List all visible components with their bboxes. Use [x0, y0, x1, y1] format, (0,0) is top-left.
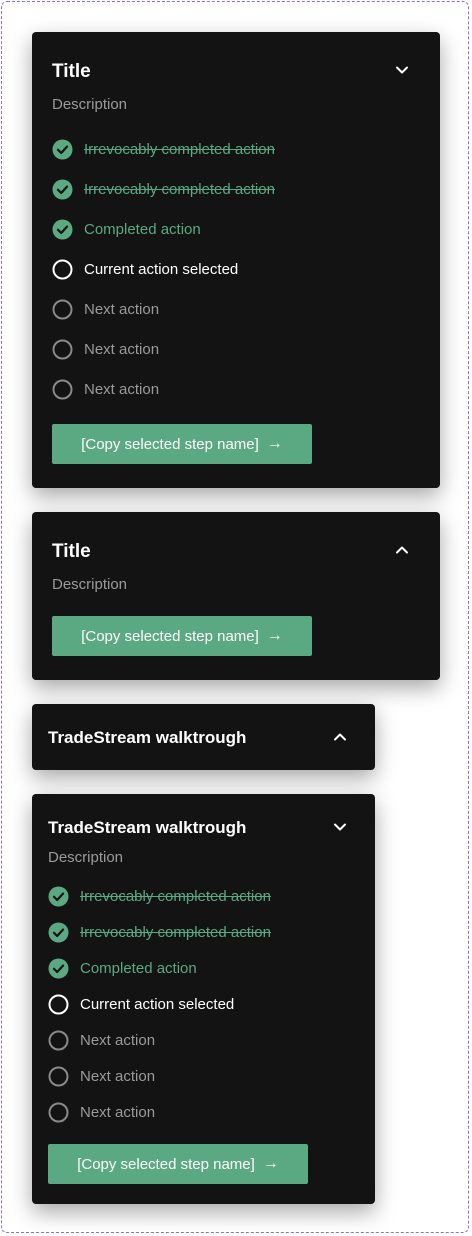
card-title: Title — [52, 61, 91, 82]
step-item-irrevocable[interactable]: Irrevocably completed action — [52, 169, 275, 209]
button-label: [Copy selected step name] — [81, 435, 259, 453]
step-label: Next action — [84, 380, 160, 398]
check-circle-icon — [48, 886, 69, 907]
circle-icon — [52, 259, 73, 280]
check-circle-icon — [52, 139, 73, 160]
circle-icon — [52, 379, 73, 400]
step-item-current[interactable]: Current action selected — [48, 986, 271, 1022]
circle-icon — [48, 1066, 69, 1087]
step-label: Irrevocably completed action — [84, 140, 275, 158]
step-item-completed[interactable]: Completed action — [52, 209, 275, 249]
step-label: Irrevocably completed action — [80, 923, 271, 941]
step-item-completed[interactable]: Completed action — [48, 950, 271, 986]
walkthrough-card-expanded: TradeStream walktrough Description Irrev… — [32, 794, 375, 1204]
copy-step-name-button[interactable]: [Copy selected step name] → — [52, 424, 312, 464]
step-item-irrevocable[interactable]: Irrevocably completed action — [48, 878, 271, 914]
step-item-next[interactable]: Next action — [48, 1022, 271, 1058]
checklist-card-expanded: Title Description Irrevocably completed … — [32, 32, 440, 488]
step-item-irrevocable[interactable]: Irrevocably completed action — [48, 914, 271, 950]
card-title: Title — [52, 541, 91, 562]
button-label: [Copy selected step name] — [77, 1155, 255, 1173]
step-label: Next action — [80, 1103, 156, 1121]
step-label: Current action selected — [84, 260, 239, 278]
step-item-next[interactable]: Next action — [52, 329, 275, 369]
chevron-down-icon[interactable] — [330, 817, 350, 837]
arrow-right-icon: → — [266, 627, 283, 644]
check-circle-icon — [48, 958, 69, 979]
step-item-next[interactable]: Next action — [48, 1058, 271, 1094]
arrow-right-icon: → — [266, 435, 283, 452]
step-label: Irrevocably completed action — [84, 180, 275, 198]
circle-icon — [48, 994, 69, 1015]
step-list: Irrevocably completed action Irrevocably… — [52, 129, 275, 409]
step-label: Next action — [84, 340, 160, 358]
check-circle-icon — [52, 179, 73, 200]
step-item-next[interactable]: Next action — [52, 369, 275, 409]
step-item-irrevocable[interactable]: Irrevocably completed action — [52, 129, 275, 169]
step-label: Next action — [80, 1031, 156, 1049]
arrow-right-icon: → — [262, 1155, 279, 1172]
step-label: Completed action — [84, 220, 201, 238]
circle-icon — [48, 1030, 69, 1051]
circle-icon — [52, 299, 73, 320]
button-label: [Copy selected step name] — [81, 627, 259, 645]
card-title: TradeStream walktrough — [48, 728, 247, 747]
chevron-up-icon[interactable] — [392, 540, 412, 560]
step-label: Irrevocably completed action — [80, 887, 271, 905]
card-description: Description — [52, 576, 128, 593]
card-description: Description — [48, 849, 124, 866]
step-item-current[interactable]: Current action selected — [52, 249, 275, 289]
step-label: Current action selected — [80, 995, 235, 1013]
check-circle-icon — [48, 922, 69, 943]
check-circle-icon — [52, 219, 73, 240]
chevron-down-icon[interactable] — [392, 60, 412, 80]
step-label: Next action — [80, 1067, 156, 1085]
card-title: TradeStream walktrough — [48, 818, 247, 837]
copy-step-name-button[interactable]: [Copy selected step name] → — [48, 1144, 308, 1184]
chevron-up-icon[interactable] — [330, 727, 350, 747]
step-label: Completed action — [80, 959, 197, 977]
step-list: Irrevocably completed action Irrevocably… — [48, 878, 271, 1130]
step-item-next[interactable]: Next action — [48, 1094, 271, 1130]
step-label: Next action — [84, 300, 160, 318]
step-item-next[interactable]: Next action — [52, 289, 275, 329]
walkthrough-header-collapsed[interactable]: TradeStream walktrough — [32, 704, 375, 770]
circle-icon — [52, 339, 73, 360]
circle-icon — [48, 1102, 69, 1123]
card-description: Description — [52, 96, 128, 113]
copy-step-name-button[interactable]: [Copy selected step name] → — [52, 616, 312, 656]
checklist-card-collapsed: Title Description [Copy selected step na… — [32, 512, 440, 680]
